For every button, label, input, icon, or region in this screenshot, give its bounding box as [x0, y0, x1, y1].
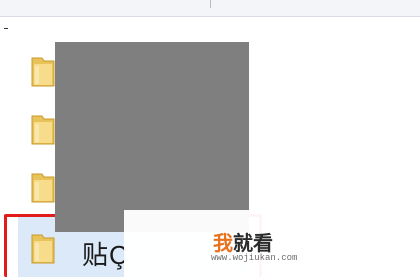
folder-icon — [30, 170, 56, 204]
folder-icon — [30, 112, 56, 146]
address-strip — [0, 17, 420, 39]
watermark-title-rest: 就看 — [233, 233, 273, 255]
address-caret — [4, 28, 8, 29]
gray-overlay-block — [55, 42, 249, 232]
explorer-toolbar — [0, 0, 420, 17]
watermark: 我就看 www.wojiukan.com — [124, 210, 410, 280]
watermark-url: www.wojiukan.com — [211, 253, 298, 263]
watermark-title: 我就看 — [213, 227, 273, 256]
watermark-title-accent: 我 — [213, 233, 233, 255]
toolbar-divider — [210, 0, 211, 8]
folder-icon — [30, 54, 56, 88]
